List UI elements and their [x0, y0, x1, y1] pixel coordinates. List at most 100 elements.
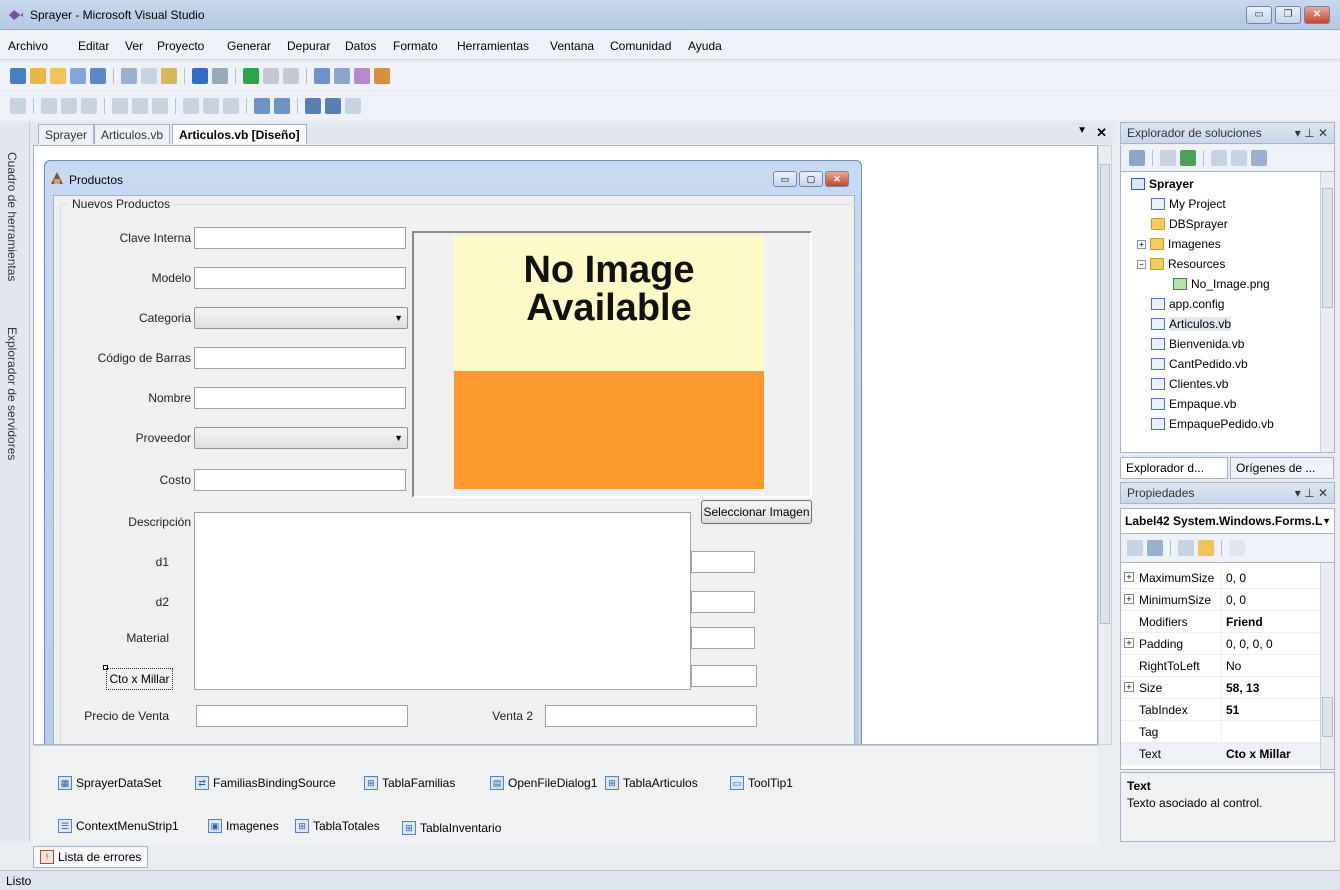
close-document-icon[interactable]: ✕ — [1096, 125, 1107, 141]
new-project-icon[interactable] — [10, 68, 26, 84]
property-value[interactable]: No — [1226, 659, 1241, 673]
expand-icon[interactable]: + — [1124, 682, 1134, 692]
pause-icon[interactable] — [263, 68, 279, 84]
align-rights-icon[interactable] — [81, 98, 97, 114]
form-minimize-button[interactable]: ▭ — [773, 171, 797, 187]
label-precio-venta[interactable]: Precio de Venta — [69, 709, 169, 723]
tray-imagenes[interactable]: ▣ Imagenes — [208, 819, 279, 833]
tab-order-icon[interactable] — [345, 98, 361, 114]
nombre-input[interactable] — [194, 387, 406, 409]
form-maximize-button[interactable]: ▢ — [799, 171, 823, 187]
descripcion-textarea[interactable] — [194, 512, 691, 690]
costo-input[interactable] — [194, 469, 406, 491]
tab-sprayer[interactable]: Sprayer — [38, 124, 95, 144]
panel-controls[interactable]: ▾ ⊥ ✕ — [1295, 486, 1328, 500]
menu-editar[interactable]: Editar — [78, 39, 109, 53]
object-browser-icon[interactable] — [354, 68, 370, 84]
align-to-grid-icon[interactable] — [10, 98, 26, 114]
designer-vertical-scrollbar[interactable] — [1098, 145, 1112, 745]
maximize-button[interactable]: ❐ — [1275, 6, 1301, 24]
precio-venta-input[interactable] — [196, 705, 408, 727]
events-icon[interactable] — [1198, 540, 1214, 556]
venta-2-input[interactable] — [545, 705, 757, 727]
d1-input[interactable] — [691, 551, 755, 573]
property-value[interactable]: 0, 0 — [1226, 593, 1246, 607]
toolbox-tab[interactable]: Cuadro de herramientas — [5, 152, 19, 281]
open-folder-icon[interactable] — [50, 68, 66, 84]
align-bottoms-icon[interactable] — [152, 98, 168, 114]
refresh-icon[interactable] — [1180, 150, 1196, 166]
same-size-icon[interactable] — [223, 98, 239, 114]
tray-tablatotales[interactable]: ⊞ TablaTotales — [295, 819, 380, 833]
clave-interna-input[interactable] — [194, 227, 406, 249]
properties-view-icon[interactable] — [1178, 540, 1194, 556]
label-material[interactable]: Material — [81, 631, 169, 645]
expand-icon[interactable]: + — [1124, 572, 1134, 582]
paste-icon[interactable] — [161, 68, 177, 84]
view-designer-icon[interactable] — [1231, 150, 1247, 166]
redo-icon[interactable] — [212, 68, 228, 84]
label-d1[interactable]: d1 — [81, 555, 169, 569]
start-debug-icon[interactable] — [243, 68, 259, 84]
toolbox-icon[interactable] — [374, 68, 390, 84]
form-close-button[interactable]: ✕ — [825, 171, 849, 187]
label-clave-interna[interactable]: Clave Interna — [81, 231, 191, 245]
tree-item-my-project[interactable]: My Project — [1151, 194, 1226, 214]
solution-explorer-icon[interactable] — [314, 68, 330, 84]
solution-explorer-header[interactable]: Explorador de soluciones ▾ ⊥ ✕ — [1120, 122, 1335, 144]
collapse-icon[interactable]: − — [1137, 259, 1146, 269]
property-row[interactable]: TabIndex 51 — [1121, 699, 1321, 721]
label-categoria[interactable]: Categoria — [81, 311, 191, 325]
align-middles-icon[interactable] — [132, 98, 148, 114]
tree-item-bienvenida[interactable]: Bienvenida.vb — [1151, 334, 1244, 354]
undo-icon[interactable] — [192, 68, 208, 84]
tray-tooltip1[interactable]: ▭ ToolTip1 — [730, 776, 793, 790]
nuevos-productos-groupbox[interactable]: Nuevos Productos Clave Interna Modelo Ca… — [60, 197, 860, 744]
cut-icon[interactable] — [121, 68, 137, 84]
tab-articulos-design[interactable]: Articulos.vb [Diseño] — [172, 124, 307, 144]
properties-icon[interactable] — [1129, 150, 1145, 166]
add-item-icon[interactable] — [30, 68, 46, 84]
expand-icon[interactable]: + — [1124, 638, 1134, 648]
minimize-button[interactable]: ▭ — [1246, 6, 1272, 24]
property-row-selected[interactable]: Text Cto x Millar — [1121, 743, 1321, 765]
close-button[interactable]: ✕ — [1304, 6, 1330, 24]
alphabetical-icon[interactable] — [1147, 540, 1163, 556]
same-height-icon[interactable] — [203, 98, 219, 114]
label-nombre[interactable]: Nombre — [81, 391, 191, 405]
bring-to-front-icon[interactable] — [305, 98, 321, 114]
error-list-tab[interactable]: ! Lista de errores — [33, 846, 149, 868]
label-d2[interactable]: d2 — [81, 595, 169, 609]
tab-list-dropdown-icon[interactable]: ▼ — [1077, 125, 1087, 136]
product-picturebox[interactable]: No Image Available — [412, 231, 812, 498]
tree-item-empaquepedido[interactable]: EmpaquePedido.vb — [1151, 414, 1274, 434]
save-icon[interactable] — [70, 68, 86, 84]
tray-sprayerdataset[interactable]: ▦ SprayerDataSet — [58, 776, 161, 790]
view-code-icon[interactable] — [1211, 150, 1227, 166]
tree-item-sprayer[interactable]: Sprayer — [1131, 174, 1194, 194]
property-value[interactable]: 58, 13 — [1226, 681, 1259, 695]
label-proveedor[interactable]: Proveedor — [81, 431, 191, 445]
properties-window-icon[interactable] — [334, 68, 350, 84]
property-row[interactable]: Tag — [1121, 721, 1321, 743]
menu-ayuda[interactable]: Ayuda — [688, 39, 722, 53]
tree-item-cantpedido[interactable]: CantPedido.vb — [1151, 354, 1248, 374]
property-row[interactable]: RightToLeft No — [1121, 655, 1321, 677]
property-row[interactable]: + Padding 0, 0, 0, 0 — [1121, 633, 1321, 655]
tray-contextmenustrip1[interactable]: ☰ ContextMenuStrip1 — [58, 819, 179, 833]
menu-formato[interactable]: Formato — [393, 39, 438, 53]
property-value[interactable]: 0, 0 — [1226, 571, 1246, 585]
menu-herramientas[interactable]: Herramientas — [457, 39, 529, 53]
tray-tablaarticulos[interactable]: ⊞ TablaArticulos — [605, 776, 698, 790]
tree-item-imagenes[interactable]: + Imagenes — [1137, 234, 1221, 254]
menu-generar[interactable]: Generar — [227, 39, 271, 53]
align-tops-icon[interactable] — [112, 98, 128, 114]
show-all-files-icon[interactable] — [1160, 150, 1176, 166]
menu-datos[interactable]: Datos — [345, 39, 376, 53]
select-image-button[interactable]: Seleccionar Imagen — [701, 500, 812, 524]
copy-icon[interactable] — [141, 68, 157, 84]
categoria-combobox[interactable]: ▼ — [194, 307, 408, 329]
stop-icon[interactable] — [283, 68, 299, 84]
properties-object-selector[interactable]: Label42 System.Windows.Forms.L ▼ — [1120, 508, 1335, 534]
expand-icon[interactable]: + — [1124, 594, 1134, 604]
